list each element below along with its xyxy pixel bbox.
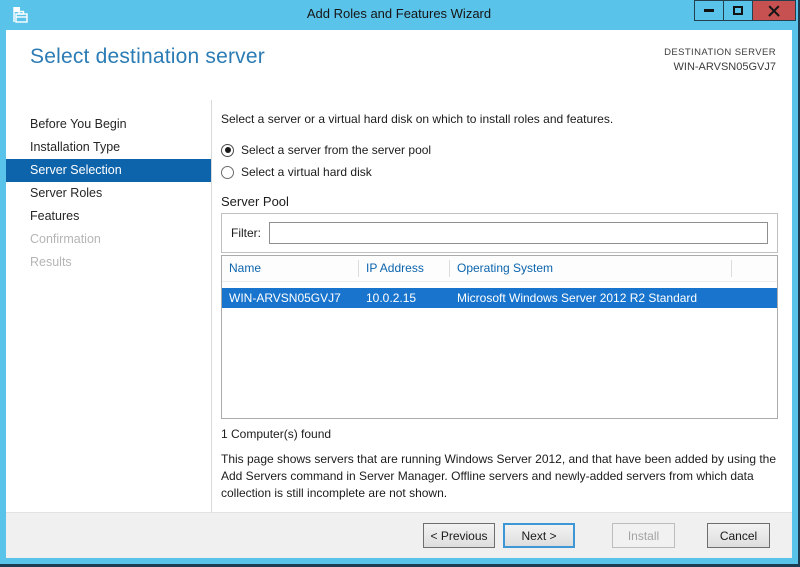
column-header-operating-system[interactable]: Operating System [450, 260, 732, 277]
sidebar-item-server-roles[interactable]: Server Roles [6, 182, 211, 205]
caption-buttons [694, 0, 796, 21]
column-header-ip-address[interactable]: IP Address [359, 260, 450, 277]
sidebar-item-features[interactable]: Features [6, 205, 211, 228]
window-title: Add Roles and Features Wizard [306, 6, 492, 21]
destination-server-label: DESTINATION SERVER [664, 47, 776, 58]
destination-server-block: DESTINATION SERVER WIN-ARVSN05GVJ7 [664, 47, 776, 73]
computer-count-text: 1 Computer(s) found [221, 427, 332, 441]
server-pool-table: Name IP Address Operating System WIN-ARV… [221, 255, 778, 419]
sidebar-item-before-you-begin[interactable]: Before You Begin [6, 113, 211, 136]
radio-label: Select a server from the server pool [241, 143, 432, 157]
ip-address-cell: 10.0.2.15 [366, 291, 417, 305]
minimize-button[interactable] [694, 0, 724, 21]
wizard-header: Select destination server DESTINATION SE… [6, 30, 792, 100]
wizard-footer: < Previous Next > Install Cancel [6, 512, 792, 558]
table-body: WIN-ARVSN05GVJ7 10.0.2.15 Microsoft Wind… [222, 282, 777, 418]
maximize-button[interactable] [723, 0, 753, 21]
radio-selected-icon [221, 143, 234, 157]
server-name-cell: WIN-ARVSN05GVJ7 [229, 291, 341, 305]
page-title: Select destination server [30, 45, 265, 68]
minimize-icon [704, 9, 714, 12]
filter-input[interactable] [269, 222, 768, 244]
previous-button[interactable]: < Previous [423, 523, 495, 548]
radio-label: Select a virtual hard disk [241, 165, 372, 179]
sidebar-item-server-selection[interactable]: Server Selection [6, 159, 211, 182]
operating-system-cell: Microsoft Windows Server 2012 R2 Standar… [457, 291, 698, 305]
sidebar-item-confirmation: Confirmation [30, 232, 101, 246]
column-header-spacer [732, 260, 777, 277]
description-text: This page shows servers that are running… [221, 452, 777, 500]
table-row-server[interactable]: WIN-ARVSN05GVJ7 10.0.2.15 Microsoft Wind… [222, 288, 777, 308]
radio-unselected-icon [221, 165, 234, 179]
wizard-window: Add Roles and Features Wizard Select des… [0, 0, 800, 567]
filter-box: Filter: [221, 213, 778, 253]
cancel-button[interactable]: Cancel [707, 523, 770, 548]
close-icon [768, 5, 780, 17]
sidebar-item-results: Results [30, 255, 72, 269]
column-header-name[interactable]: Name [222, 260, 359, 277]
wizard-steps-sidebar: Before You Begin Installation Type Serve… [6, 100, 212, 512]
close-button[interactable] [752, 0, 796, 21]
table-header-row: Name IP Address Operating System [222, 256, 777, 282]
intro-text: Select a server or a virtual hard disk o… [221, 112, 614, 126]
next-button[interactable]: Next > [503, 523, 575, 548]
maximize-icon [733, 6, 743, 15]
sidebar-item-installation-type[interactable]: Installation Type [6, 136, 211, 159]
wizard-client-area: Select destination server DESTINATION SE… [6, 30, 792, 558]
wizard-content: Before You Begin Installation Type Serve… [6, 100, 792, 512]
install-button: Install [612, 523, 675, 548]
filter-label: Filter: [231, 226, 261, 240]
server-pool-title: Server Pool [221, 194, 289, 209]
radio-select-server-pool[interactable]: Select a server from the server pool [221, 143, 778, 157]
destination-server-name: WIN-ARVSN05GVJ7 [673, 61, 777, 73]
title-bar: Add Roles and Features Wizard [0, 0, 798, 30]
radio-select-virtual-hard-disk[interactable]: Select a virtual hard disk [221, 165, 778, 179]
server-selection-pane: Select a server or a virtual hard disk o… [212, 100, 792, 512]
